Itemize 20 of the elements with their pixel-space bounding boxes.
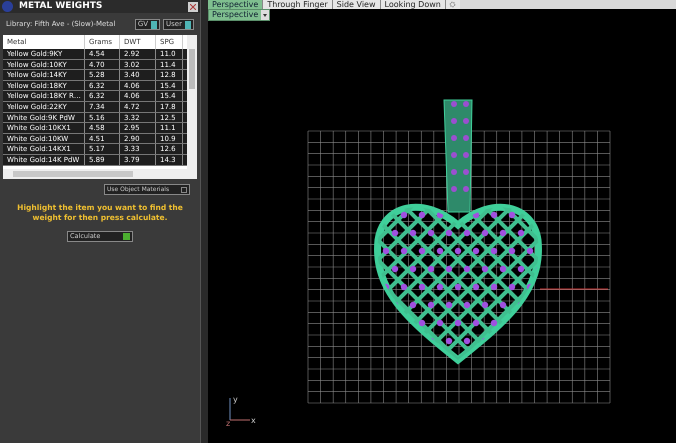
view-tab[interactable]: Through Finger — [263, 0, 333, 9]
axis-gizmo-icon — [230, 398, 250, 420]
panel-title: METAL WEIGHTS — [19, 1, 104, 12]
gear-icon — [449, 1, 456, 8]
view-tab[interactable]: Looking Down — [380, 0, 446, 9]
view-tab[interactable]: Perspective — [208, 0, 264, 9]
axis-label: z — [226, 419, 230, 428]
logo-icon — [2, 1, 13, 12]
horizontal-scrollbar[interactable] — [3, 169, 197, 179]
close-icon — [190, 4, 196, 10]
x-axis-line — [540, 288, 608, 290]
view-tab[interactable]: Side View — [332, 0, 380, 9]
close-button[interactable] — [188, 2, 198, 12]
view-dropdown[interactable]: Perspective — [208, 9, 270, 21]
play-icon — [123, 233, 130, 240]
axis-label: x — [251, 416, 256, 425]
axis-label: y — [233, 395, 238, 404]
caret-icon — [261, 10, 270, 20]
settings-tab[interactable] — [446, 0, 460, 9]
vertical-scrollbar[interactable] — [187, 35, 197, 169]
